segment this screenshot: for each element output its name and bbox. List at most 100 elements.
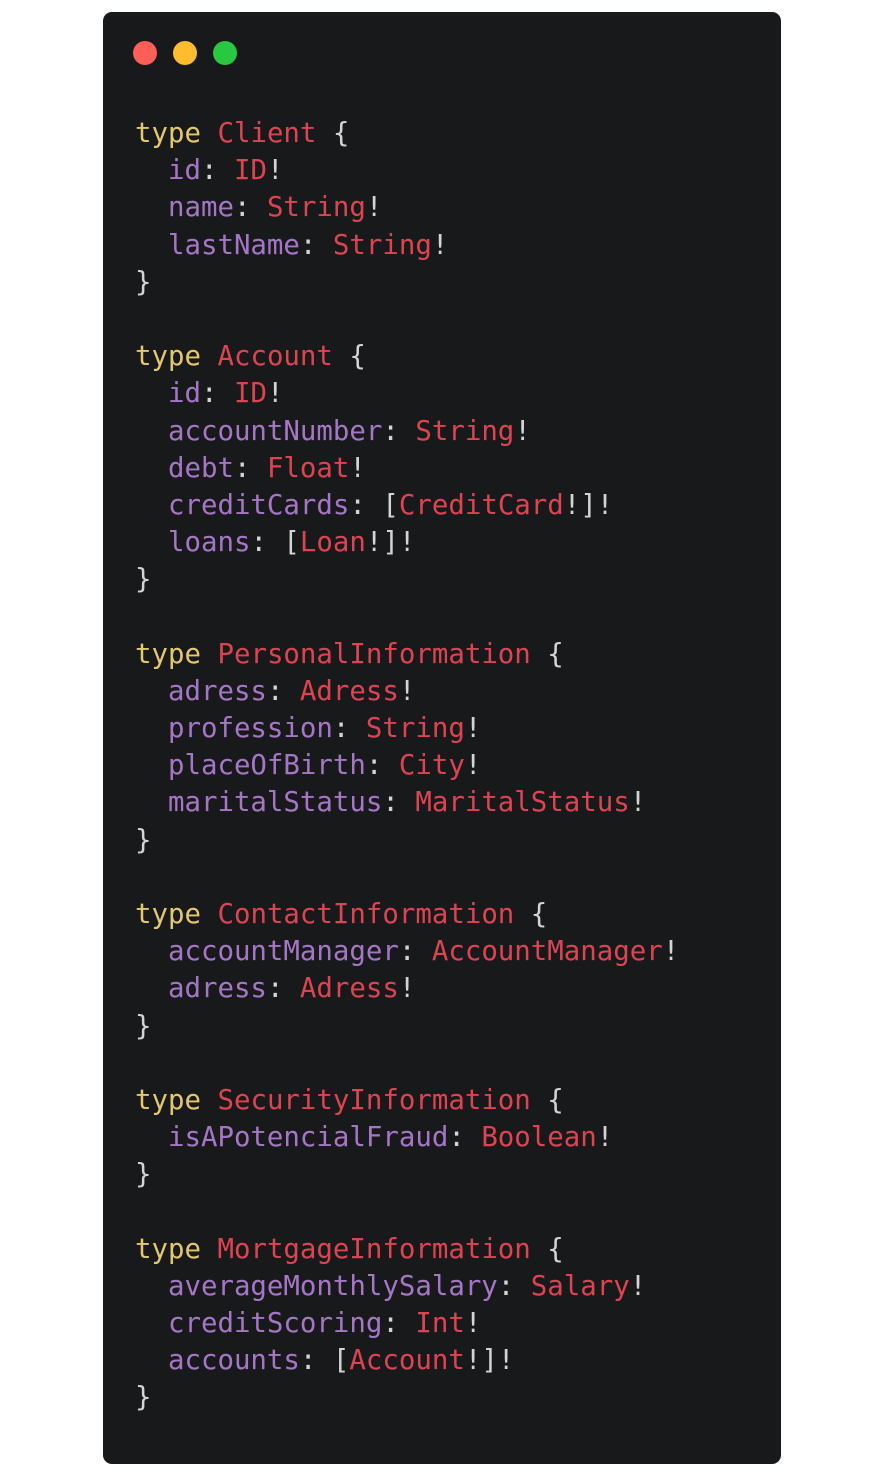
field-line: debt: Float!	[135, 450, 679, 487]
colon: :	[382, 1308, 416, 1339]
code-block: type Client { id: ID! name: String! last…	[135, 115, 679, 1417]
keyword: type	[135, 1233, 201, 1265]
colon: :	[382, 787, 416, 819]
field-type: String	[266, 192, 366, 224]
field-name: id	[167, 378, 201, 410]
field-line: name: String!	[135, 189, 679, 226]
field-type: Loan	[299, 527, 366, 559]
close-dot-icon[interactable]	[133, 41, 157, 65]
type-name: MortgageInformation	[217, 1233, 531, 1265]
colon: :	[398, 936, 432, 968]
open-brace: {	[332, 341, 366, 373]
field-line: averageMonthlySalary: Salary!	[135, 1268, 679, 1305]
open-brace: {	[530, 638, 564, 670]
non-null-mark: !	[629, 1270, 647, 1302]
colon: :	[365, 750, 399, 782]
field-line: creditCards: [CreditCard!]!	[135, 487, 679, 524]
close-brace-line: }	[135, 561, 679, 598]
non-null-mark: !	[464, 713, 482, 744]
list-open-bracket: [	[283, 527, 300, 559]
maximize-dot-icon[interactable]	[213, 41, 237, 65]
close-brace-line: }	[135, 1379, 679, 1416]
non-null-mark: !	[431, 229, 449, 261]
field-line: adress: Adress!	[135, 673, 679, 710]
field-name: debt	[167, 452, 234, 484]
close-brace: }	[135, 266, 152, 298]
non-null-mark: !]!	[464, 1345, 515, 1377]
non-null-mark: !	[398, 973, 416, 1005]
type-declaration-line: type ContactInformation {	[135, 896, 679, 933]
type-declaration-line: type Account {	[135, 338, 679, 375]
close-brace: }	[135, 1382, 152, 1414]
open-brace: {	[530, 1233, 564, 1265]
window-controls	[133, 41, 237, 65]
keyword: type	[135, 1084, 201, 1116]
colon: :	[299, 1345, 333, 1377]
non-null-mark: !]!	[365, 527, 416, 559]
field-type: City	[398, 750, 465, 782]
field-type: Boolean	[481, 1122, 597, 1154]
non-null-mark: !]!	[563, 489, 614, 521]
type-name: Client	[217, 118, 317, 149]
field-name: adress	[167, 973, 267, 1005]
field-line: maritalStatus: MaritalStatus!	[135, 784, 679, 821]
open-brace: {	[316, 118, 350, 149]
field-name: placeOfBirth	[167, 750, 366, 782]
field-line: accountNumber: String!	[135, 413, 679, 450]
type-name: PersonalInformation	[217, 638, 531, 670]
field-type: Salary	[530, 1270, 630, 1302]
field-name: isAPotencialFraud	[167, 1122, 449, 1154]
field-line: lastName: String!	[135, 227, 679, 264]
non-null-mark: !	[266, 155, 284, 187]
field-line: creditScoring: Int!	[135, 1305, 679, 1342]
field-name: creditScoring	[167, 1308, 383, 1339]
minimize-dot-icon[interactable]	[173, 41, 197, 65]
type-declaration-line: type PersonalInformation {	[135, 636, 679, 673]
colon: :	[233, 192, 267, 224]
field-line: isAPotencialFraud: Boolean!	[135, 1119, 679, 1156]
non-null-mark: !	[398, 675, 416, 707]
field-line: placeOfBirth: City!	[135, 747, 679, 784]
colon: :	[497, 1270, 531, 1302]
field-line: accountManager: AccountManager!	[135, 933, 679, 970]
colon: :	[200, 378, 234, 410]
field-name: lastName	[167, 229, 300, 261]
keyword: type	[135, 638, 201, 670]
field-type: Adress	[299, 675, 399, 707]
close-brace: }	[135, 1159, 152, 1191]
type-declaration-line: type Client {	[135, 115, 679, 152]
non-null-mark: !	[365, 192, 383, 224]
field-type: ID	[233, 155, 267, 187]
field-name: profession	[167, 713, 333, 744]
close-brace-line: }	[135, 1008, 679, 1045]
colon: :	[250, 527, 284, 559]
field-name: id	[167, 155, 201, 187]
colon: :	[266, 973, 300, 1005]
field-type: Account	[349, 1345, 465, 1377]
colon: :	[266, 675, 300, 707]
open-brace: {	[530, 1084, 564, 1116]
non-null-mark: !	[266, 378, 284, 410]
non-null-mark: !	[662, 936, 680, 968]
field-type: Int	[415, 1308, 465, 1339]
list-open-bracket: [	[332, 1345, 350, 1377]
list-open-bracket: [	[382, 489, 399, 521]
field-type: String	[332, 229, 432, 261]
field-line: accounts: [Account!]!	[135, 1342, 679, 1379]
non-null-mark: !	[464, 1308, 482, 1339]
close-brace: }	[135, 564, 152, 596]
keyword: type	[135, 898, 201, 930]
field-name: accounts	[167, 1345, 300, 1377]
field-type: Float	[266, 452, 350, 484]
field-name: name	[167, 192, 234, 224]
field-line: adress: Adress!	[135, 970, 679, 1007]
field-name: loans	[167, 527, 251, 559]
non-null-mark: !	[514, 415, 531, 447]
open-brace: {	[514, 898, 548, 930]
type-declaration-line: type SecurityInformation {	[135, 1082, 679, 1119]
close-brace: }	[135, 1010, 152, 1042]
field-line: profession: String!	[135, 710, 679, 747]
colon: :	[349, 489, 383, 521]
